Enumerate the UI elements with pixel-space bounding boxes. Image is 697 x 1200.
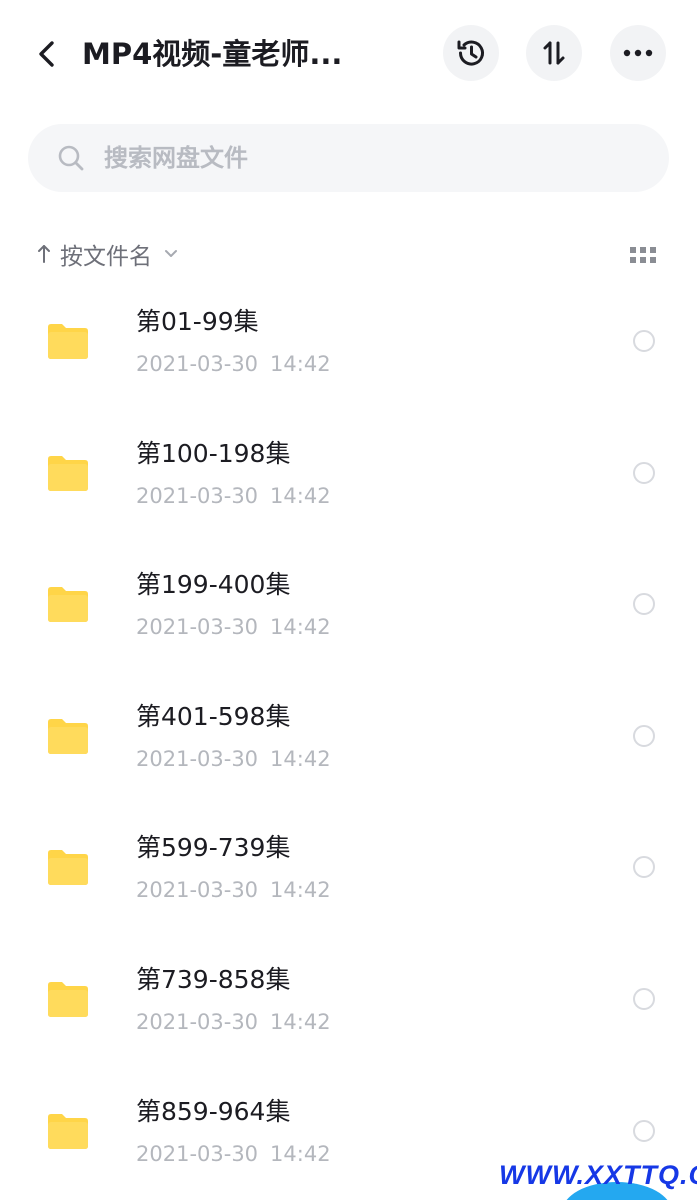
- sort-button[interactable]: [526, 25, 582, 81]
- file-name: 第739-858集: [136, 964, 291, 994]
- select-radio[interactable]: [633, 724, 655, 747]
- file-meta: 2021-03-30 14:42: [136, 874, 331, 906]
- sort-by-filename[interactable]: 按文件名: [36, 232, 178, 276]
- select-radio[interactable]: [633, 1119, 655, 1142]
- file-time: 14:42: [270, 746, 331, 771]
- file-name: 第100-198集: [136, 438, 291, 468]
- file-date: 2021-03-30: [136, 483, 259, 508]
- file-name: 第401-598集: [136, 701, 291, 731]
- file-time: 14:42: [270, 1141, 331, 1166]
- folder-icon: [48, 718, 88, 754]
- folder-icon: [48, 587, 88, 623]
- history-icon: [457, 40, 484, 66]
- grid-view-icon: [630, 247, 656, 263]
- list-item[interactable]: 第100-198集 2021-03-30 14:42: [0, 408, 697, 540]
- sort-arrows-icon: [543, 41, 565, 65]
- file-browser-screen: MP4视频-童老师... 搜索网盘文件 按文件名 第01-99集 2021-03…: [0, 0, 697, 1200]
- file-date: 2021-03-30: [136, 746, 259, 771]
- more-dots-icon: [623, 49, 653, 57]
- arrow-up-icon: [38, 245, 50, 263]
- file-time: 14:42: [270, 483, 331, 508]
- file-meta: 2021-03-30 14:42: [136, 480, 331, 512]
- file-date: 2021-03-30: [136, 1141, 259, 1166]
- folder-icon: [48, 455, 88, 491]
- select-radio[interactable]: [633, 593, 655, 616]
- file-meta: 2021-03-30 14:42: [136, 1006, 331, 1038]
- select-radio[interactable]: [633, 856, 655, 879]
- folder-icon: [48, 1113, 88, 1149]
- watermark-text: WWW.XXTTQ.COM: [499, 1160, 697, 1190]
- history-button[interactable]: [443, 25, 499, 81]
- folder-icon: [48, 981, 88, 1017]
- search-input[interactable]: [102, 143, 626, 173]
- header-bar: MP4视频-童老师...: [0, 0, 697, 106]
- file-date: 2021-03-30: [136, 878, 259, 903]
- chevron-down-icon: [164, 249, 178, 259]
- file-date: 2021-03-30: [136, 615, 259, 640]
- chevron-left-icon: [39, 41, 54, 67]
- file-time: 14:42: [270, 615, 331, 640]
- page-title: MP4视频-童老师...: [82, 37, 343, 71]
- folder-icon: [48, 850, 88, 886]
- file-name: 第01-99集: [136, 307, 259, 336]
- back-button[interactable]: [26, 34, 66, 74]
- select-radio[interactable]: [633, 987, 655, 1010]
- file-meta: 2021-03-30 14:42: [136, 1138, 331, 1170]
- file-date: 2021-03-30: [136, 1009, 259, 1034]
- list-item[interactable]: 第01-99集 2021-03-30 14:42: [0, 276, 697, 408]
- select-radio[interactable]: [633, 330, 655, 352]
- file-meta: 2021-03-30 14:42: [136, 743, 331, 775]
- file-name: 第599-739集: [136, 833, 291, 863]
- list-item[interactable]: 第401-598集 2021-03-30 14:42: [0, 671, 697, 803]
- file-date: 2021-03-30: [136, 352, 259, 376]
- list-item[interactable]: 第199-400集 2021-03-30 14:42: [0, 539, 697, 671]
- list-item[interactable]: 第599-739集 2021-03-30 14:42: [0, 802, 697, 934]
- sort-label: 按文件名: [60, 244, 152, 270]
- folder-icon: [48, 324, 88, 359]
- grid-view-toggle[interactable]: [626, 242, 660, 268]
- file-time: 14:42: [270, 1009, 331, 1034]
- more-button[interactable]: [610, 25, 666, 81]
- list-item[interactable]: 第739-858集 2021-03-30 14:42: [0, 934, 697, 1066]
- file-name: 第859-964集: [136, 1096, 291, 1126]
- search-bar[interactable]: [28, 124, 669, 192]
- file-meta: 2021-03-30 14:42: [136, 348, 331, 380]
- file-time: 14:42: [270, 352, 331, 376]
- file-meta: 2021-03-30 14:42: [136, 611, 331, 643]
- file-name: 第199-400集: [136, 570, 291, 600]
- file-time: 14:42: [270, 878, 331, 903]
- search-icon: [56, 143, 86, 173]
- select-radio[interactable]: [633, 461, 655, 484]
- file-list: 第01-99集 2021-03-30 14:42 第100-198集 2021-0…: [0, 276, 697, 1197]
